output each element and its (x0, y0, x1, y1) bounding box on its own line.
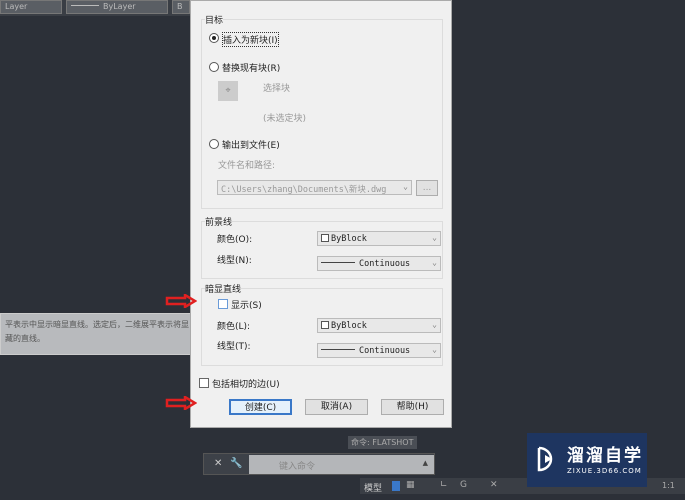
pick-point-icon: ⌖ (225, 86, 231, 96)
ob-linetype-select[interactable]: Continuous ⌄ (317, 343, 441, 358)
snap-icon[interactable]: ▦ (406, 480, 415, 490)
lineweight-dropdown[interactable]: B (172, 0, 190, 14)
create-button[interactable]: 创建(C) (229, 399, 292, 415)
flatshot-dialog: 目标 插入为新块(I) 替换现有块(R) ⌖ 选择块 (未选定块) 输出到文件(… (190, 0, 452, 428)
close-icon[interactable]: ✕ (214, 458, 222, 469)
target-group-title: 目标 (205, 13, 224, 26)
linetype-dropdown[interactable]: ByLayer (66, 0, 168, 14)
command-history: 命令: FLATSHOT (348, 436, 417, 449)
file-path-value: C:\Users\zhang\Documents\新块.dwg (221, 185, 387, 195)
property-toolbar: Layer ByLayer B (0, 0, 190, 16)
red-arrow-icon (165, 396, 197, 410)
show-obscured-checkbox[interactable] (218, 299, 228, 309)
chevron-down-icon: ⌄ (432, 345, 437, 354)
fg-linetype-value: Continuous (359, 259, 411, 269)
include-tangent-checkbox[interactable] (199, 378, 209, 388)
tooltip-line-2: 藏的直线。 (5, 334, 45, 343)
red-arrow-icon (165, 294, 197, 308)
fg-linetype-select[interactable]: Continuous ⌄ (317, 256, 441, 271)
help-button[interactable]: 帮助(H) (381, 399, 444, 415)
chevron-down-icon: ⌄ (403, 182, 408, 191)
command-placeholder: 键入命令 (279, 462, 316, 472)
watermark-logo: 溜溜自学 ZIXUE.3D66.COM (527, 433, 647, 487)
expand-icon[interactable]: ▲ (423, 459, 428, 467)
layer-dropdown[interactable]: Layer (0, 0, 62, 14)
ob-linetype-value: Continuous (359, 346, 411, 356)
play-logo-icon (537, 446, 553, 472)
chevron-down-icon: ⌄ (432, 233, 437, 242)
tooltip-line-1: 平表示中显示暗显直线。选定后，二维展平表示将显 (5, 320, 189, 329)
foreground-group-title: 前景线 (205, 215, 233, 228)
include-tangent-label[interactable]: 包括相切的边(U) (212, 377, 280, 390)
ortho-icon[interactable]: ∟ (440, 480, 448, 490)
fg-color-label: 颜色(O): (217, 235, 253, 245)
chevron-down-icon: ⌄ (432, 258, 437, 267)
model-tab[interactable]: 模型 (364, 481, 382, 494)
ob-color-value: ByBlock (331, 321, 367, 331)
wrench-icon[interactable]: 🔧 (230, 458, 242, 469)
grid-toggle-icon[interactable] (392, 481, 400, 491)
fg-linetype-label: 线型(N): (217, 256, 252, 266)
chevron-down-icon: ⌄ (432, 320, 437, 329)
osnap-icon[interactable]: ✕ (490, 480, 498, 490)
browse-button[interactable]: ... (416, 180, 438, 196)
export-file-radio[interactable] (209, 139, 219, 149)
linetype-value: ByLayer (103, 2, 136, 11)
select-block-label: 选择块 (263, 84, 291, 94)
ob-color-select[interactable]: ByBlock ⌄ (317, 318, 441, 333)
ob-linetype-label: 线型(T): (217, 342, 251, 352)
select-block-button[interactable]: ⌖ (218, 81, 238, 101)
show-obscured-label[interactable]: 显示(S) (231, 298, 262, 311)
no-block-label: (未选定块) (263, 114, 307, 124)
insert-new-radio[interactable] (209, 33, 219, 43)
export-file-label[interactable]: 输出到文件(E) (222, 138, 280, 151)
fg-color-select[interactable]: ByBlock ⌄ (317, 231, 441, 246)
insert-new-label[interactable]: 插入为新块(I) (222, 32, 279, 47)
watermark-name: 溜溜自学 (567, 446, 643, 466)
scale-indicator[interactable]: 1:1 (662, 481, 675, 490)
cancel-button[interactable]: 取消(A) (305, 399, 368, 415)
command-line: ✕ 🔧 键入命令 ▲ (203, 453, 435, 475)
command-input[interactable]: 键入命令 ▲ (249, 455, 434, 474)
replace-label[interactable]: 替换现有块(R) (222, 61, 280, 74)
obscured-group-title: 暗显直线 (205, 282, 242, 295)
fg-color-value: ByBlock (331, 234, 367, 244)
file-path-input[interactable]: C:\Users\zhang\Documents\新块.dwg ⌄ (217, 180, 412, 195)
replace-radio[interactable] (209, 62, 219, 72)
polar-icon[interactable]: G (460, 480, 467, 490)
file-path-label: 文件名和路径: (218, 161, 276, 171)
watermark-url: ZIXUE.3D66.COM (567, 467, 642, 475)
ob-color-label: 颜色(L): (217, 322, 251, 332)
